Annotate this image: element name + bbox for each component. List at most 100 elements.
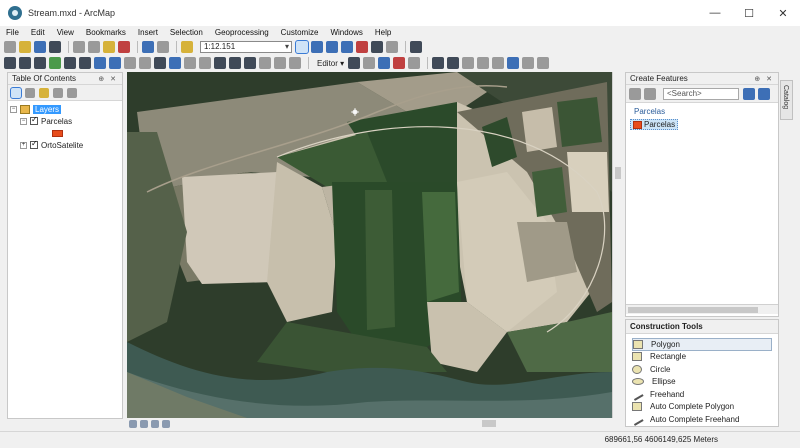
open-icon[interactable] [19,41,31,53]
catalog-tab-label[interactable]: Catalog [782,85,789,109]
end-point-arc-icon[interactable] [393,57,406,69]
collapse-icon[interactable]: − [10,105,17,113]
zoom-in-icon[interactable] [4,57,16,69]
create-viewer-window-icon[interactable] [289,57,301,69]
cut-icon[interactable] [73,41,85,53]
template-filter-icon[interactable] [629,87,641,100]
layout-view-icon[interactable] [140,419,148,428]
collapse-icon[interactable]: − [20,117,27,125]
layer-row-parcelas[interactable]: − Parcelas [10,115,120,127]
layer-visibility-checkbox[interactable] [30,115,38,125]
clear-selection-icon[interactable] [139,57,151,69]
menu-windows[interactable]: Windows [324,28,368,37]
sketch-properties-icon[interactable] [522,57,535,69]
create-features-pin-close[interactable]: ⊕ ✕ [754,75,774,83]
straight-segment-icon[interactable] [378,57,391,69]
cut-polygons-icon[interactable] [462,57,475,69]
clear-search-icon[interactable] [758,87,770,100]
layer-visibility-checkbox[interactable] [30,139,38,149]
menu-insert[interactable]: Insert [132,28,164,37]
construction-tool-label[interactable]: Circle [650,365,670,374]
create-features-window-icon[interactable] [537,57,550,69]
refresh-view-icon[interactable] [151,419,159,428]
construction-tool-rectangle[interactable]: Rectangle [632,351,778,364]
save-icon[interactable] [34,41,46,53]
print-icon[interactable] [49,41,61,53]
construction-tool-label[interactable]: Auto Complete Freehand [650,415,739,424]
zoom-out-icon[interactable] [19,57,31,69]
go-to-xy-icon[interactable] [259,57,271,69]
layer-label[interactable]: OrtoSatelite [41,141,83,150]
delete-icon[interactable] [118,41,130,53]
search-icon[interactable] [743,87,755,100]
toc-pin-close[interactable]: ⊕ ✕ [98,75,118,83]
layer-label[interactable]: Parcelas [41,117,72,126]
menu-file[interactable]: File [0,28,25,37]
time-slider-icon[interactable] [274,57,286,69]
create-features-horizontal-scrollbar[interactable] [626,304,778,314]
list-by-selection-icon[interactable] [53,87,63,98]
map-vertical-scrollbar[interactable] [612,72,622,418]
add-data-icon[interactable] [181,41,193,53]
organize-templates-icon[interactable] [644,87,656,100]
data-frame-label[interactable]: Layers [33,104,62,114]
go-forward-icon[interactable] [109,57,121,69]
editor-menu-button[interactable]: Editor ▾ [313,59,348,68]
measure-icon[interactable] [214,57,226,69]
construction-tool-label[interactable]: Freehand [650,390,684,399]
new-document-icon[interactable] [4,41,16,53]
search-window-icon[interactable] [341,41,353,53]
close-button[interactable]: ✕ [766,0,800,26]
data-view-icon[interactable] [129,419,137,428]
pause-drawing-icon[interactable] [162,419,170,428]
find-icon[interactable] [229,57,241,69]
menu-selection[interactable]: Selection [164,28,209,37]
edit-annotation-icon[interactable] [363,57,376,69]
toc-options-icon[interactable] [67,87,77,98]
horizontal-scrollbar-thumb[interactable] [482,420,496,427]
catalog-window-icon[interactable] [326,41,338,53]
full-extent-icon[interactable] [49,57,61,69]
table-of-contents-window-icon[interactable] [311,41,323,53]
construction-tool-ellipse[interactable]: Ellipse [632,376,778,389]
reshape-feature-icon[interactable] [447,57,460,69]
catalog-side-tab[interactable]: Catalog [780,80,793,120]
construction-tool-label[interactable]: Ellipse [652,377,676,386]
select-by-rectangle-icon[interactable] [124,57,136,69]
attributes-icon[interactable] [507,57,520,69]
construction-tool-label[interactable]: Rectangle [650,352,686,361]
construction-tool-freehand[interactable]: Freehand [630,387,778,401]
scrollbar-thumb[interactable] [628,307,758,313]
toolbar-options-icon[interactable] [410,41,422,53]
map-scale-combobox[interactable]: 1:12.151 [200,41,292,53]
html-popup-icon[interactable] [199,57,211,69]
menu-bookmarks[interactable]: Bookmarks [80,28,132,37]
construction-tool-circle[interactable]: Circle [632,363,778,376]
construction-tool-label[interactable]: Polygon [651,340,680,349]
list-by-source-icon[interactable] [25,87,35,98]
fixed-zoom-in-icon[interactable] [64,57,76,69]
aerial-orthophoto[interactable] [127,72,612,418]
menu-help[interactable]: Help [369,28,397,37]
pan-icon[interactable] [34,57,46,69]
select-elements-icon[interactable] [154,57,166,69]
menu-customize[interactable]: Customize [275,28,325,37]
menu-edit[interactable]: Edit [25,28,51,37]
editor-toolbar-icon[interactable] [295,40,309,54]
menu-geoprocessing[interactable]: Geoprocessing [209,28,275,37]
list-by-drawing-order-icon[interactable] [10,86,22,99]
map-view[interactable] [127,72,612,418]
list-by-visibility-icon[interactable] [39,87,49,98]
model-builder-icon[interactable] [386,41,398,53]
arctoolbox-icon[interactable] [356,41,368,53]
data-frame-row[interactable]: − Layers [10,103,120,115]
polygon-symbol-swatch[interactable] [52,129,63,137]
construction-tool-auto-complete-polygon[interactable]: Auto Complete Polygon [632,401,778,414]
expand-icon[interactable]: + [20,141,27,149]
minimize-button[interactable]: — [698,0,732,26]
hyperlink-icon[interactable] [184,57,196,69]
construction-tool-label[interactable]: Auto Complete Polygon [650,402,734,411]
go-back-icon[interactable] [94,57,106,69]
feature-template-label[interactable]: Parcelas [644,120,675,129]
template-search-input[interactable]: <Search> [663,87,739,100]
